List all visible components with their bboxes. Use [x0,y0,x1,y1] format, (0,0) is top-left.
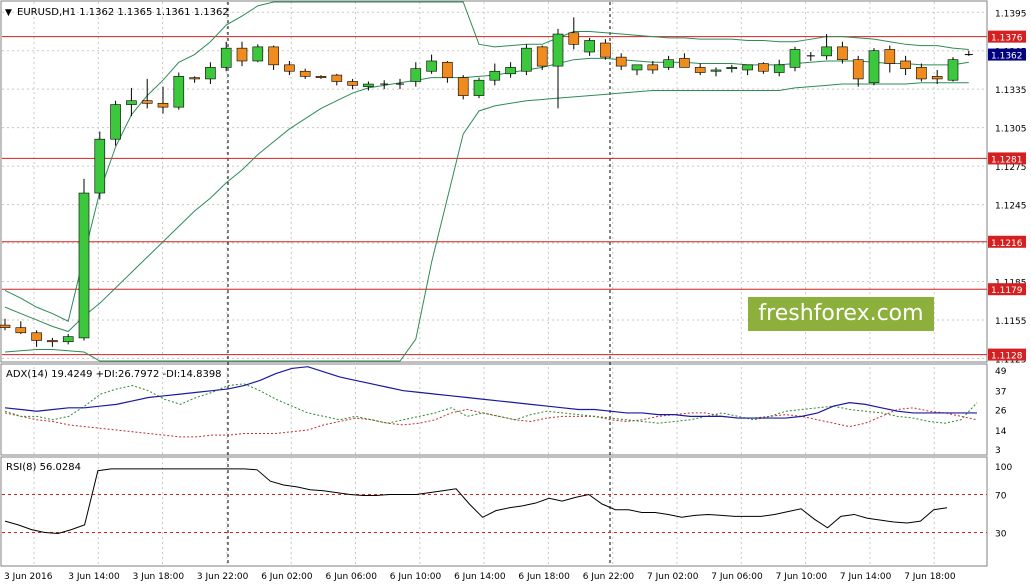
adx-tick-label: 49 [995,367,1007,377]
candle-body [315,76,327,78]
candle-body [663,59,674,68]
candle-body [410,68,422,82]
time-tick-label: 6 Jun 02:00 [261,572,313,582]
candle-body [0,324,11,328]
candle-body [710,69,722,72]
rsi-tick-label: 30 [995,530,1007,540]
price-level-label: 1.1281 [991,155,1023,165]
metatrader-chart[interactable]: 1.13951.13651.13351.13051.12751.12451.12… [0,0,1031,587]
candle-body [884,49,896,64]
price-level-label: 1.1128 [991,352,1023,362]
candle-body [78,192,90,339]
candle-body [94,138,106,194]
triangle-icon[interactable]: ▼ [5,8,12,18]
candle-body [852,59,864,80]
time-tick-label: 3 Jun 22:00 [197,572,249,582]
watermark-freshforex: freshforex.com [748,297,934,331]
time-tick-label: 6 Jun 14:00 [454,572,506,582]
adx-tick-label: 37 [995,388,1006,398]
price-level-label: 1.1376 [991,34,1023,44]
price-tick-label: 1.1335 [995,86,1027,96]
candle-body [726,67,738,69]
candle-body [694,67,706,73]
candle-body [126,100,137,105]
candle-body [647,64,659,71]
time-tick-label: 6 Jun 10:00 [390,572,442,582]
time-tick-label: 7 Jun 02:00 [647,572,699,582]
candle-body [679,58,690,68]
candle-body [457,77,469,96]
candle-body [789,49,801,68]
price-tick-label: 1.1305 [995,125,1027,135]
candle-body [631,64,643,71]
adx-header: ADX(14) 19.4249 +DI:26.7972 -DI:14.8398 [6,369,222,380]
candle-body [837,46,848,60]
candle-body [220,47,232,68]
candle-body [47,340,58,343]
candle-body [758,63,769,72]
adx-tick-label: 3 [995,446,1001,456]
candle-body [15,327,27,334]
time-tick-label: 3 Jun 2016 [4,572,53,582]
candle-body [568,32,580,45]
candle-body [284,64,295,72]
candle-body [141,100,153,104]
time-tick-label: 3 Jun 14:00 [68,572,120,582]
symbol-header: EURUSD,H1 1.1362 1.1365 1.1361 1.1362 [17,7,229,18]
price-tick-label: 1.1245 [995,202,1027,212]
candle-body [299,70,311,77]
price-tick-label: 1.1395 [995,9,1027,19]
candle-body [900,60,911,69]
price-tick-label: 1.1155 [995,317,1027,327]
price-level-label: 1.1216 [991,239,1023,249]
candle-body [205,67,216,80]
time-tick-label: 7 Jun 06:00 [711,572,763,582]
candle-body [173,76,185,108]
candle-body [742,64,753,71]
price-level-label: 1.1179 [991,286,1023,296]
candle-body [442,61,453,78]
candle-body [426,60,437,72]
candle-body [821,46,832,57]
candle-body [363,83,374,87]
candle-body [489,70,501,81]
time-tick-label: 6 Jun 18:00 [518,572,570,582]
time-tick-label: 6 Jun 22:00 [583,572,635,582]
candle-body [773,64,785,73]
time-tick-label: 6 Jun 06:00 [326,572,378,582]
candle-body [473,79,485,96]
candle-body [615,56,627,67]
current-price-label: 1.1362 [991,52,1023,62]
candle-body [584,40,595,53]
adx-tick-label: 14 [995,427,1007,437]
candle-body [505,67,516,75]
candle-body [947,59,959,81]
candle-body [536,46,548,67]
time-tick-label: 7 Jun 18:00 [904,572,956,582]
candle-body [916,67,927,80]
candle-body [110,104,121,140]
candle-body [236,47,248,62]
candle-body [268,46,279,66]
adx-tick-label: 26 [995,407,1007,417]
candle-body [331,74,343,82]
candle-body [189,77,200,80]
candle-body [521,47,532,72]
candle-body [31,332,42,341]
candle-body [600,42,611,58]
time-tick-label: 7 Jun 14:00 [840,572,892,582]
time-tick-label: 7 Jun 10:00 [776,572,828,582]
rsi-tick-label: 100 [995,463,1012,473]
candle-body [347,81,358,86]
candle-body [252,46,264,62]
candle-body [157,102,169,108]
candle-body [868,50,880,84]
rsi-header: RSI(8) 56.0284 [6,462,81,473]
candle-body [62,336,74,343]
candle-body [931,76,943,80]
rsi-tick-label: 70 [995,492,1007,502]
time-tick-label: 3 Jun 18:00 [133,572,185,582]
candle-body [552,33,564,67]
